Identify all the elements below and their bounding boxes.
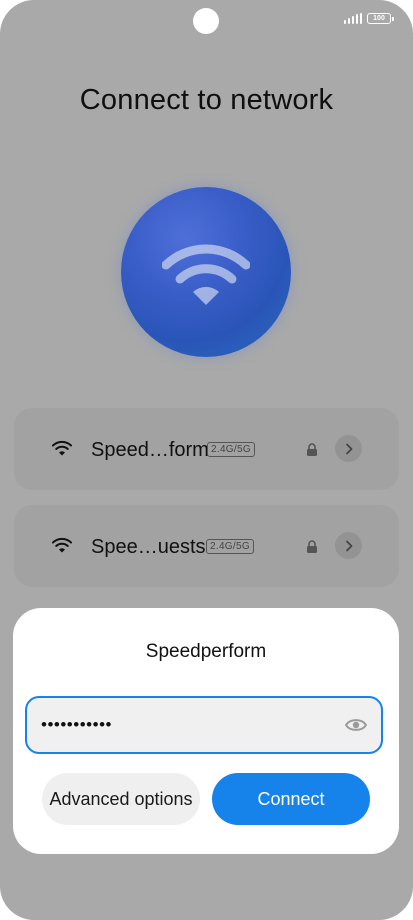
wifi-hero-icon (121, 187, 291, 357)
wifi-icon (52, 537, 72, 553)
wifi-icon (52, 440, 72, 456)
password-dialog: Speedperform ••••••••••• Advanced option… (13, 608, 399, 854)
wifi-icon (162, 244, 250, 305)
advanced-options-button[interactable]: Advanced options (42, 773, 200, 825)
network-details-button[interactable] (335, 435, 362, 462)
password-value[interactable]: ••••••••••• (41, 715, 321, 735)
password-field[interactable]: ••••••••••• (25, 696, 383, 754)
network-name: Spee…uests (91, 536, 206, 558)
status-bar: 100 (343, 13, 394, 24)
band-badge: 2.4G/5G (206, 539, 254, 554)
page-title: Connect to network (79, 84, 334, 116)
signal-icon (343, 13, 362, 24)
show-password-eye-icon[interactable] (345, 717, 367, 733)
network-item-2[interactable]: Spee…uests 2.4G/5G (14, 505, 399, 587)
connect-button[interactable]: Connect (212, 773, 370, 825)
battery-level: 100 (373, 15, 385, 22)
chevron-right-icon (345, 540, 352, 551)
network-item-1[interactable]: Speed…form 2.4G/5G (14, 408, 399, 490)
dialog-title: Speedperform (145, 641, 267, 662)
network-name: Speed…form (91, 439, 209, 461)
screen: 100 Connect to network Speed…form 2.4G/5… (0, 0, 413, 920)
lock-icon (307, 540, 317, 553)
front-camera (193, 8, 219, 34)
network-details-button[interactable] (335, 532, 362, 559)
lock-icon (307, 443, 317, 456)
chevron-right-icon (345, 443, 352, 454)
battery-icon: 100 (367, 13, 394, 24)
band-badge: 2.4G/5G (207, 442, 255, 457)
